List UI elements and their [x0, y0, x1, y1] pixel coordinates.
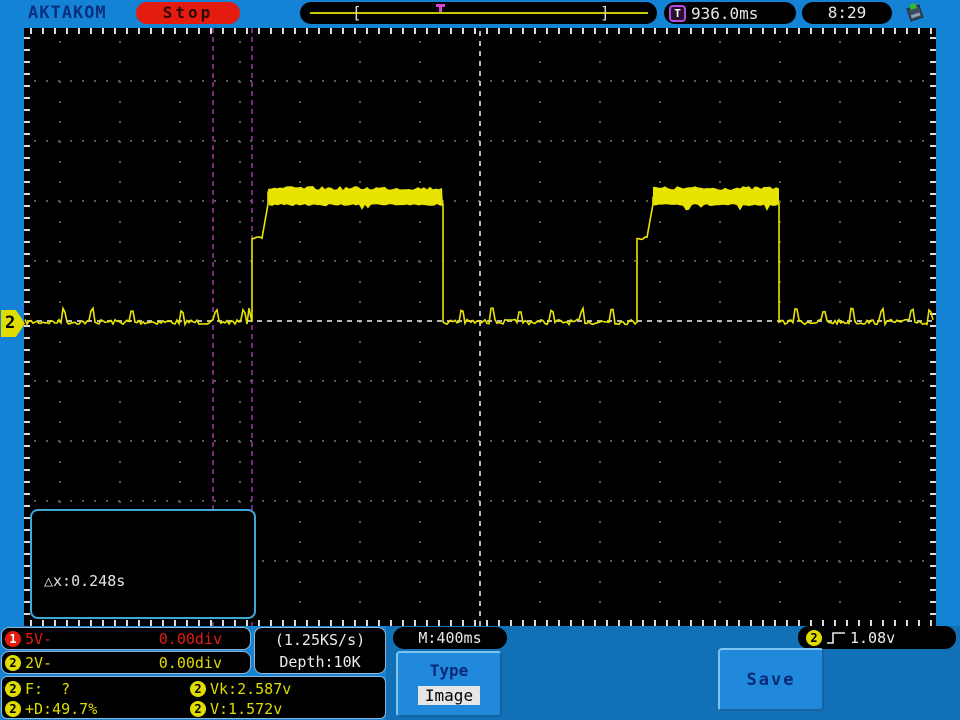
channel1-scale: 5V-: [25, 630, 52, 648]
channel2-position: 0.00div: [159, 654, 222, 672]
window-right-bracket: ]: [600, 3, 610, 23]
trigger-level-readout: 2 1.08v: [798, 626, 956, 649]
clock: 8:29: [802, 2, 892, 24]
measurement-value: F: ?: [25, 680, 70, 698]
measurements-panel: 2 F: ? 2 Vk:2.587v 2 +D:49.7% 2 V:1.572v: [1, 676, 386, 719]
trigger-position-marker-icon: [436, 4, 445, 12]
save-button-label: Save: [747, 670, 796, 690]
trigger-source-badge: 2: [806, 630, 822, 646]
usb-flash-icon: [901, 1, 927, 25]
acquisition-info-box: (1.25KS/s) Depth:10K: [254, 627, 386, 674]
type-menu-button[interactable]: Type Image: [396, 651, 502, 717]
window-left-bracket: [: [352, 3, 362, 23]
run-state-badge: Stop: [136, 2, 240, 24]
measurement-value: Vk:2.587v: [210, 680, 291, 698]
rising-edge-icon: [826, 630, 846, 645]
type-menu-value[interactable]: Image: [418, 686, 480, 705]
trigger-t-icon: T: [669, 5, 686, 22]
measurement-ch-badge: 2: [190, 681, 206, 697]
channel2-position-marker[interactable]: 2: [1, 310, 25, 337]
cursor-measurement-panel: △x:0.248s 1/△x:4.032HZ x1:0.848s x2:0.60…: [30, 509, 256, 619]
trigger-level-value: 1.08v: [850, 629, 895, 647]
measurement-frequency: 2 F: ?: [5, 680, 190, 698]
measurement-ch-badge: 2: [190, 701, 206, 717]
trigger-position-bar: [ ]: [300, 2, 657, 24]
channel1-position: 0.00div: [159, 630, 222, 648]
timebase-readout: M:400ms: [393, 627, 507, 649]
oscilloscope-screen: AKTAKOM Stop [ ] T 936.0ms 8:29 2 △x:0.2…: [0, 0, 960, 720]
save-button[interactable]: Save: [718, 648, 824, 711]
cursor-delta-x: △x:0.248s: [44, 568, 254, 594]
measurement-value: V:1.572v: [210, 700, 282, 718]
measurement-duty: 2 +D:49.7%: [5, 700, 190, 718]
measurement-value: +D:49.7%: [25, 700, 97, 718]
memory-depth: Depth:10K: [255, 651, 385, 673]
channel1-status-row: 1 5V- 0.00div: [1, 627, 251, 650]
measurement-ch-badge: 2: [5, 701, 21, 717]
trigger-time-readout: T 936.0ms: [664, 2, 796, 24]
channel2-badge: 2: [5, 655, 21, 671]
channel2-status-row: 2 2V- 0.00div: [1, 651, 251, 674]
sample-rate: (1.25KS/s): [255, 629, 385, 651]
measurement-v: 2 V:1.572v: [190, 700, 385, 718]
measurement-vk: 2 Vk:2.587v: [190, 680, 385, 698]
type-menu-label: Type: [398, 661, 500, 680]
trigger-time-value: 936.0ms: [691, 4, 758, 23]
brand-logo: AKTAKOM: [28, 3, 107, 23]
channel2-scale: 2V-: [25, 654, 52, 672]
measurement-ch-badge: 2: [5, 681, 21, 697]
channel1-badge: 1: [5, 631, 21, 647]
